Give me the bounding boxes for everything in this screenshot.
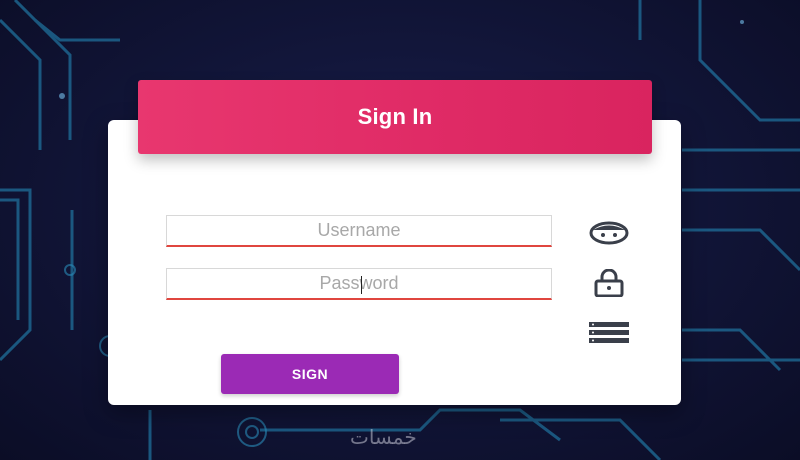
card-header: Sign In xyxy=(138,80,652,154)
face-icon xyxy=(589,221,629,245)
sign-button[interactable]: SIGN xyxy=(221,354,399,394)
username-input[interactable] xyxy=(167,216,551,245)
password-field-wrapper xyxy=(166,268,552,300)
password-input[interactable] xyxy=(167,269,551,298)
lock-icon xyxy=(594,269,624,297)
page-title: Sign In xyxy=(357,104,433,129)
server-icon xyxy=(589,322,629,343)
text-caret xyxy=(361,276,362,294)
username-field-wrapper xyxy=(166,215,552,247)
watermark-logo: خمسات xyxy=(350,425,417,449)
